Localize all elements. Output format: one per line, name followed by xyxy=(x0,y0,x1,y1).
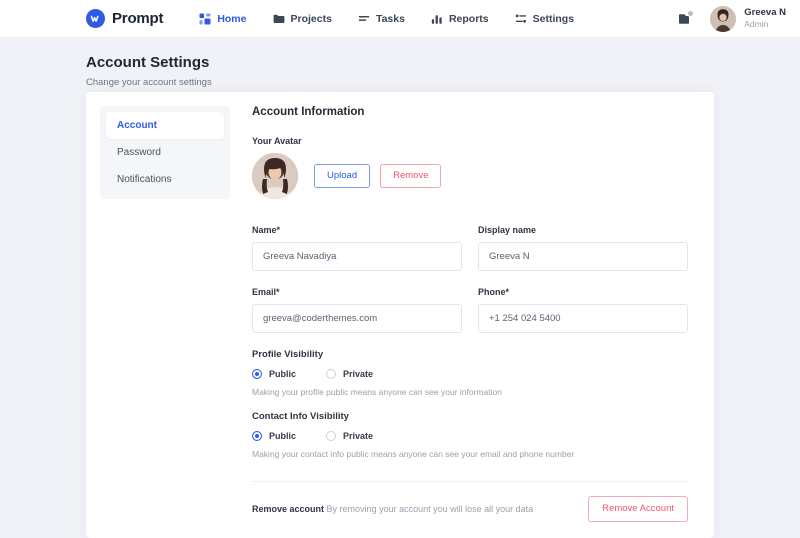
brand-logo[interactable]: Prompt xyxy=(86,9,163,28)
contact-visibility-hint: Making your contact info public means an… xyxy=(252,449,688,459)
radio-label: Private xyxy=(343,431,373,441)
name-input[interactable] xyxy=(252,242,462,271)
radio-indicator[interactable] xyxy=(252,431,262,441)
display-name-input[interactable] xyxy=(478,242,688,271)
name-label: Name* xyxy=(252,225,462,235)
remove-account-description: By removing your account you will lose a… xyxy=(327,504,534,514)
profile-visibility-public[interactable]: Public xyxy=(252,369,296,379)
radio-indicator[interactable] xyxy=(326,369,336,379)
main-nav: Home Projects Tasks xyxy=(199,13,574,25)
account-settings-card: Account Password Notifications Account I… xyxy=(86,92,714,538)
radio-label: Public xyxy=(269,431,296,441)
sidebar-item-account[interactable]: Account xyxy=(106,112,224,139)
user-menu[interactable]: Greeva N Admin xyxy=(710,6,786,32)
radio-indicator[interactable] xyxy=(252,369,262,379)
remove-account-title: Remove account xyxy=(252,504,324,514)
profile-visibility-hint: Making your profile public means anyone … xyxy=(252,387,688,397)
nav-item-tasks[interactable]: Tasks xyxy=(358,13,405,25)
profile-photo xyxy=(252,153,298,199)
sliders-icon xyxy=(515,13,527,25)
avatar-actions: Upload Remove xyxy=(314,164,441,188)
notification-badge xyxy=(687,10,694,17)
topbar-right-group: Greeva N Admin xyxy=(676,6,786,32)
sidebar-item-password[interactable]: Password xyxy=(106,139,224,166)
nav-label-tasks: Tasks xyxy=(376,13,405,25)
contact-visibility-title: Contact Info Visibility xyxy=(252,411,688,422)
remove-avatar-button[interactable]: Remove xyxy=(380,164,441,188)
remove-account-row: Remove account By removing your account … xyxy=(252,482,688,538)
avatar xyxy=(710,6,736,32)
bar-chart-icon xyxy=(431,13,443,25)
folder-icon xyxy=(273,13,285,25)
user-role: Admin xyxy=(744,19,786,30)
profile-visibility-title: Profile Visibility xyxy=(252,349,688,360)
grid-icon xyxy=(199,13,211,25)
radio-indicator[interactable] xyxy=(326,431,336,441)
user-name: Greeva N xyxy=(744,7,786,19)
section-title: Account Information xyxy=(252,106,688,118)
settings-sidebar-panel: Account Password Notifications xyxy=(100,106,230,199)
name-field-group: Name* xyxy=(252,225,462,271)
nav-label-home: Home xyxy=(217,13,246,25)
display-name-label: Display name xyxy=(478,225,688,235)
nav-item-home[interactable]: Home xyxy=(199,13,246,25)
contact-visibility-private[interactable]: Private xyxy=(326,431,373,441)
avatar-row: Upload Remove xyxy=(252,153,688,199)
contact-visibility-options: Public Private xyxy=(252,431,688,441)
contact-visibility-group: Contact Info Visibility Public Private M… xyxy=(252,411,688,459)
radio-label: Private xyxy=(343,369,373,379)
phone-input[interactable] xyxy=(478,304,688,333)
radio-label: Public xyxy=(269,369,296,379)
profile-visibility-private[interactable]: Private xyxy=(326,369,373,379)
name-row: Name* Display name xyxy=(252,225,688,271)
brand-name: Prompt xyxy=(112,10,163,27)
email-input[interactable] xyxy=(252,304,462,333)
nav-item-projects[interactable]: Projects xyxy=(273,13,332,25)
page-title: Account Settings xyxy=(86,54,800,71)
prompt-logo-icon xyxy=(86,9,105,28)
nav-label-projects: Projects xyxy=(291,13,332,25)
email-field-group: Email* xyxy=(252,287,462,333)
upload-button[interactable]: Upload xyxy=(314,164,370,188)
contact-row: Email* Phone* xyxy=(252,287,688,333)
display-name-field-group: Display name xyxy=(478,225,688,271)
profile-visibility-options: Public Private xyxy=(252,369,688,379)
phone-field-group: Phone* xyxy=(478,287,688,333)
settings-sidebar: Account Password Notifications xyxy=(86,106,244,538)
remove-account-text: Remove account By removing your account … xyxy=(252,504,533,514)
nav-item-settings[interactable]: Settings xyxy=(515,13,574,25)
nav-label-reports: Reports xyxy=(449,13,489,25)
profile-visibility-group: Profile Visibility Public Private Making… xyxy=(252,349,688,397)
list-icon xyxy=(358,13,370,25)
notification-icon[interactable] xyxy=(676,11,692,27)
contact-visibility-public[interactable]: Public xyxy=(252,431,296,441)
top-navigation-bar: Prompt Home Projects xyxy=(0,0,800,38)
phone-label: Phone* xyxy=(478,287,688,297)
page-header: Account Settings Change your account set… xyxy=(0,38,800,88)
page-subtitle: Change your account settings xyxy=(86,77,800,88)
nav-item-reports[interactable]: Reports xyxy=(431,13,489,25)
avatar-label: Your Avatar xyxy=(252,136,688,146)
sidebar-item-notifications[interactable]: Notifications xyxy=(106,166,224,193)
email-label: Email* xyxy=(252,287,462,297)
nav-label-settings: Settings xyxy=(533,13,574,25)
account-information-panel: Account Information Your Avatar Upload R… xyxy=(244,106,714,538)
